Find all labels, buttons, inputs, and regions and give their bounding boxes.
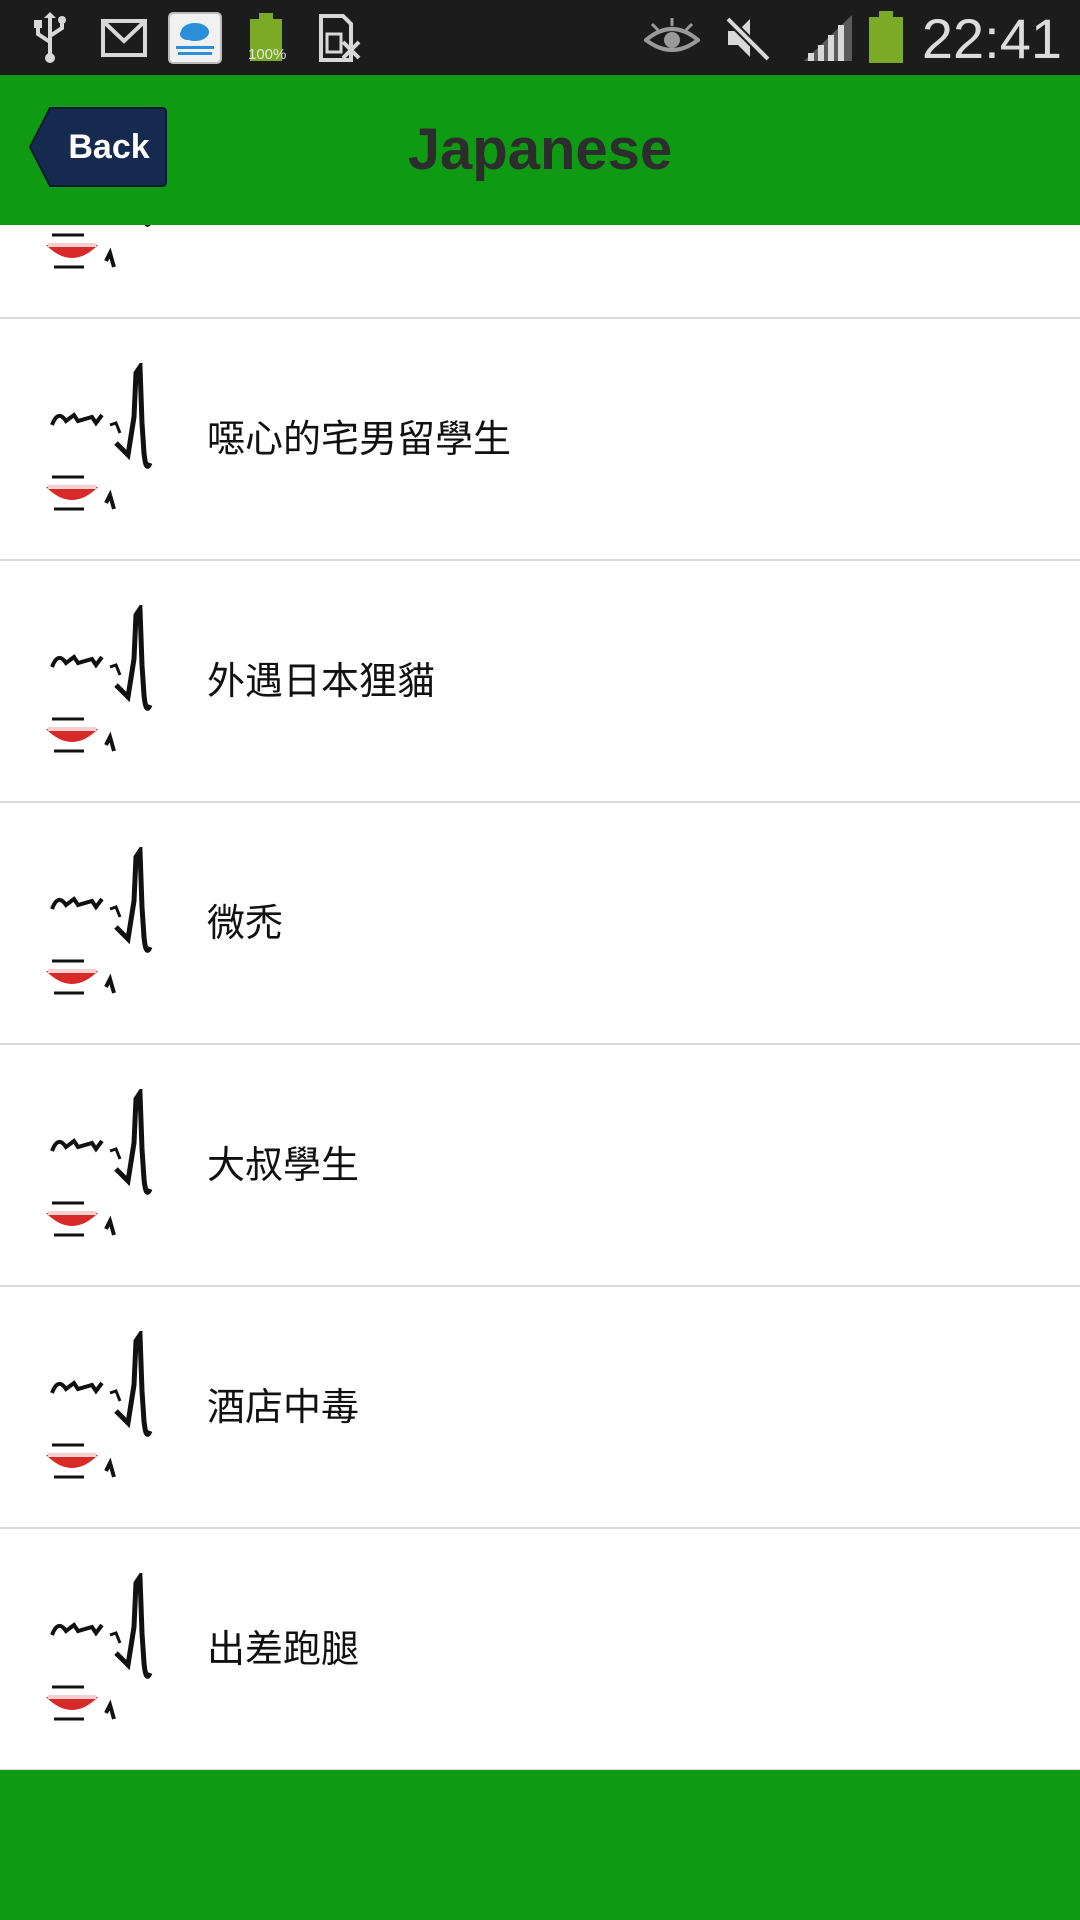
sim-missing-icon xyxy=(316,0,362,75)
list-item[interactable] xyxy=(0,225,1080,319)
list-item-label: 外遇日本狸貓 xyxy=(207,659,436,703)
list-item-label: 大叔學生 xyxy=(207,1143,360,1187)
list-item[interactable]: 大叔學生 xyxy=(0,1045,1080,1287)
phrase-list[interactable]: 噁心的宅男留學生 外遇日本狸貓 微禿 大叔學生 酒店中毒 出差跑腿 xyxy=(0,225,1080,1770)
avatar-face-icon xyxy=(46,605,153,753)
page-title-text: Japanese xyxy=(407,117,673,182)
usb-icon xyxy=(30,0,70,75)
list-item[interactable]: 酒店中毒 xyxy=(0,1287,1080,1529)
gmail-icon xyxy=(100,0,148,75)
list-item-label: 噁心的宅男留學生 xyxy=(207,417,512,461)
battery-percent-text: 100% xyxy=(248,46,287,63)
clock-time: 22:41 xyxy=(921,7,1062,70)
avatar-face-icon xyxy=(46,1089,153,1237)
signal-icon xyxy=(802,0,854,75)
list-item[interactable]: 外遇日本狸貓 xyxy=(0,561,1080,803)
cloud-testing-icon xyxy=(168,0,222,75)
list-item-label: 出差跑腿 xyxy=(207,1627,360,1671)
eye-icon xyxy=(644,0,700,75)
battery-app-icon xyxy=(246,0,286,75)
list-item-label: 酒店中毒 xyxy=(207,1385,360,1429)
back-button[interactable]: Back xyxy=(28,106,168,188)
avatar-face-icon xyxy=(46,225,151,269)
status-bar: 100% 22:41 xyxy=(0,0,1080,75)
list-item[interactable]: 出差跑腿 xyxy=(0,1529,1080,1770)
battery-icon xyxy=(866,0,906,75)
avatar-face-icon xyxy=(46,847,153,995)
avatar-face-icon xyxy=(46,363,153,511)
avatar-face-icon xyxy=(46,1573,153,1721)
avatar-face-icon xyxy=(46,1331,153,1479)
header-bar: Japanese Back xyxy=(0,75,1080,225)
footer-bar xyxy=(0,1770,1080,1920)
mute-icon xyxy=(720,0,774,75)
list-item-label: 微禿 xyxy=(207,901,284,945)
list-item[interactable]: 噁心的宅男留學生 xyxy=(0,319,1080,561)
back-button-label: Back xyxy=(68,128,150,166)
list-item[interactable]: 微禿 xyxy=(0,803,1080,1045)
